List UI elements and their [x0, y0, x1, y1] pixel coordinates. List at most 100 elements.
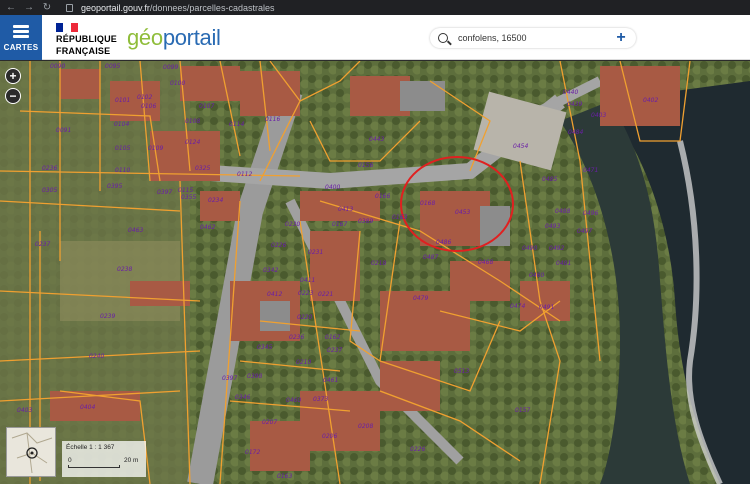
parcel-number-label[interactable]: 0402 [643, 97, 658, 104]
parcel-number-label[interactable]: 0231 [308, 249, 323, 256]
parcel-number-label[interactable]: 0342 [263, 267, 278, 274]
parcel-number-label[interactable]: 0112 [237, 171, 252, 178]
parcel-number-label[interactable]: 0162 [325, 334, 340, 341]
parcel-number-label[interactable]: 0487 [423, 254, 438, 261]
parcel-number-label[interactable]: 0237 [35, 241, 50, 248]
parcel-number-label[interactable]: 0230 [285, 221, 300, 228]
map-view[interactable]: 0090 0095 0099 0100 0101 0102 0106 0107 0108 0114… [0, 61, 750, 484]
parcel-number-label[interactable]: 0168 [420, 200, 435, 207]
parcel-number-label[interactable]: 0373 [313, 396, 328, 403]
parcel-number-label[interactable]: 0124 [185, 139, 200, 146]
parcel-number-label[interactable]: 0413 [338, 206, 353, 213]
parcel-number-label[interactable]: 0485 [542, 176, 557, 183]
parcel-number-label[interactable]: 0208 [358, 423, 373, 430]
parcel-number-label[interactable]: 0210 [296, 359, 311, 366]
parcel-number-label[interactable]: 0091 [56, 127, 71, 134]
parcel-number-label[interactable]: 0090 [50, 63, 65, 70]
search-icon[interactable] [438, 33, 448, 43]
parcel-number-label[interactable]: 0454 [513, 143, 528, 150]
parcel-number-label[interactable]: 0109 [148, 145, 163, 152]
parcel-number-label[interactable]: 0163 [392, 214, 407, 221]
parcel-number-label[interactable]: 0412 [267, 291, 282, 298]
parcel-number-label[interactable]: 0104 [114, 121, 129, 128]
parcel-number-label[interactable]: 0226 [271, 242, 286, 249]
parcel-number-label[interactable]: 0099 [163, 64, 178, 71]
cartes-menu-button[interactable]: CARTES [0, 15, 42, 60]
parcel-number-label[interactable]: 0397 [157, 189, 172, 196]
parcel-number-label[interactable]: 0166 [375, 193, 390, 200]
search-input[interactable] [458, 33, 608, 43]
parcel-number-label[interactable]: 0236 [42, 165, 57, 172]
parcel-number-label[interactable]: 0345 [257, 344, 272, 351]
parcel-number-label[interactable]: 0115 [178, 187, 193, 194]
parcel-number-label[interactable]: 0474 [510, 303, 525, 310]
parcel-number-label[interactable]: 0400 [325, 184, 340, 191]
parcel-number-label[interactable]: 0110 [115, 167, 130, 174]
parcel-number-label[interactable]: 0398 [247, 373, 262, 380]
parcel-number-label[interactable]: 0395 [107, 183, 122, 190]
parcel-number-label[interactable]: 0157 [515, 407, 530, 414]
parcel-number-label[interactable]: 0240 [89, 353, 104, 360]
parcel-number-label[interactable]: 0236 [289, 334, 304, 341]
parcel-number-label[interactable]: 0462 [200, 224, 215, 231]
parcel-number-label[interactable]: 0403 [591, 112, 606, 119]
zoom-in-button[interactable]: + [5, 68, 21, 84]
parcel-number-label[interactable]: 0481 [556, 260, 571, 267]
parcel-number-label[interactable]: 0234 [208, 197, 223, 204]
parcel-number-label[interactable]: 0493 [545, 223, 560, 230]
parcel-number-label[interactable]: 0206 [322, 433, 337, 440]
add-button[interactable]: + [606, 28, 636, 48]
parcel-number-label[interactable]: 0105 [115, 145, 130, 152]
parcel-number-label[interactable]: 0443 [369, 136, 384, 143]
parcel-number-label[interactable]: 0237 [327, 347, 342, 354]
parcel-number-label[interactable]: 0102 [137, 94, 152, 101]
parcel-number-label[interactable]: 0463 [128, 227, 143, 234]
reload-icon[interactable]: ↻ [42, 2, 52, 13]
parcel-number-label[interactable]: 0346 [235, 394, 250, 401]
parcel-number-label[interactable]: 0101 [115, 97, 130, 104]
parcel-number-label[interactable]: 0397 [222, 375, 237, 382]
parcel-number-label[interactable]: 0490 [522, 245, 537, 252]
parcel-number-label[interactable]: 0461 [323, 377, 338, 384]
parcel-number-label[interactable]: 0471 [583, 167, 598, 174]
parcel-number-label[interactable]: 0167 [332, 221, 347, 228]
republique-francaise-logo[interactable]: RÉPUBLIQUE FRANÇAISE [56, 23, 117, 56]
parcel-number-label[interactable]: 0116 [265, 116, 280, 123]
geoportail-logo[interactable]: géoportail [127, 25, 221, 51]
parcel-number-label[interactable]: 0218 [371, 260, 386, 267]
overview-minimap[interactable] [6, 427, 56, 477]
parcel-number-label[interactable]: 0491 [539, 304, 554, 311]
parcel-number-label[interactable]: 0239 [100, 313, 115, 320]
parcel-number-label[interactable]: 0223 [298, 290, 313, 297]
parcel-number-label[interactable]: 0439 [567, 101, 582, 108]
parcel-number-label[interactable]: 0389 [358, 218, 373, 225]
parcel-number-label[interactable]: 0440 [563, 89, 578, 96]
parcel-number-label[interactable]: 0411 [300, 277, 315, 284]
parcel-number-label[interactable]: 0220 [297, 314, 312, 321]
back-arrow-icon[interactable]: ← [6, 2, 16, 13]
parcel-number-label[interactable]: 0403 [17, 407, 32, 414]
parcel-number-label[interactable]: 0355 [181, 194, 196, 201]
parcel-number-label[interactable]: 0325 [195, 165, 210, 172]
parcel-number-label[interactable]: 0305 [42, 187, 57, 194]
address-bar[interactable]: geoportail.gouv.fr/donnees/parcelles-cad… [81, 3, 274, 13]
parcel-number-label[interactable]: 0513 [454, 368, 469, 375]
parcel-number-label[interactable]: 0163 [277, 473, 292, 480]
parcel-number-label[interactable]: 0172 [245, 449, 260, 456]
zoom-out-button[interactable]: − [5, 88, 21, 104]
parcel-number-label[interactable]: 0156 [358, 162, 373, 169]
parcel-number-label[interactable]: 0226 [410, 446, 425, 453]
parcel-number-label[interactable]: 0497 [577, 228, 592, 235]
parcel-number-label[interactable]: 0488 [555, 208, 570, 215]
parcel-number-label[interactable]: 0492 [549, 245, 564, 252]
parcel-number-label[interactable]: 0479 [413, 295, 428, 302]
parcel-number-label[interactable]: 0238 [117, 266, 132, 273]
parcel-number-label[interactable]: 0114 [229, 121, 244, 128]
parcel-number-label[interactable]: 0108 [185, 118, 200, 125]
parcel-number-label[interactable]: 0404 [80, 404, 95, 411]
parcel-number-label[interactable]: 0100 [170, 80, 185, 87]
parcel-number-label[interactable]: 0460 [286, 397, 301, 404]
parcel-number-label[interactable]: 0095 [105, 63, 120, 70]
parcel-number-label[interactable]: 0107 [199, 103, 214, 110]
parcel-number-label[interactable]: 0496 [583, 210, 598, 217]
